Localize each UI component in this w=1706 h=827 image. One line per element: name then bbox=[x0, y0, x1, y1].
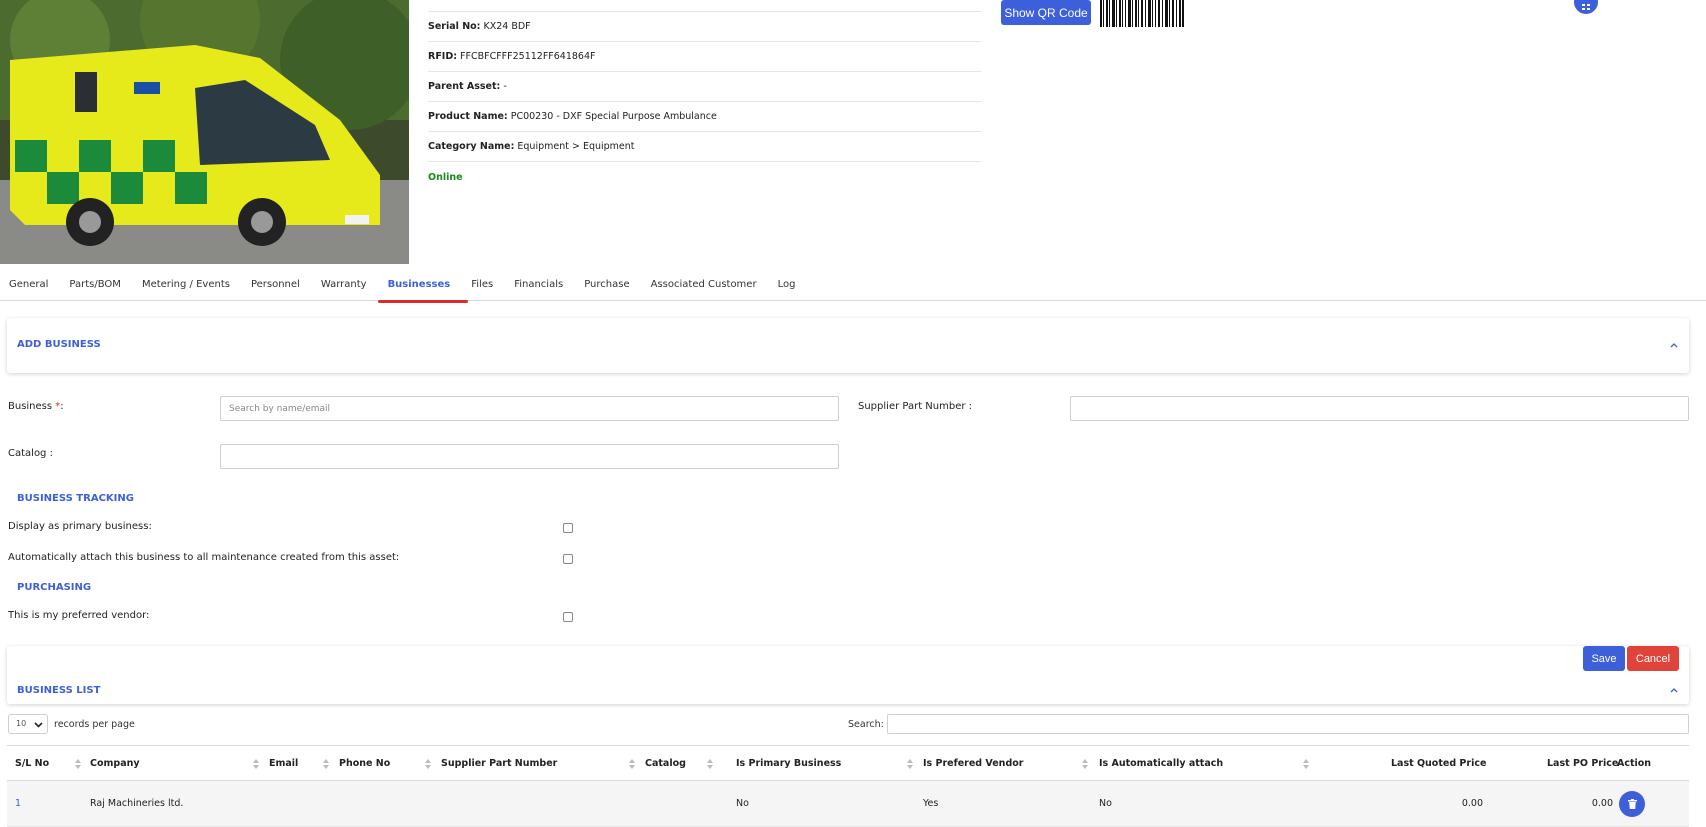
tab-log[interactable]: Log bbox=[778, 276, 796, 301]
col-company[interactable]: Company bbox=[90, 758, 140, 769]
purchasing-title: PURCHASING bbox=[17, 582, 92, 593]
category-value: Equipment > Equipment bbox=[517, 141, 635, 152]
sort-icon[interactable] bbox=[253, 759, 259, 769]
parent-label: Parent Asset: bbox=[428, 81, 501, 92]
status-badge: Online bbox=[428, 171, 463, 183]
col-supplier-part-number[interactable]: Supplier Part Number bbox=[441, 758, 557, 769]
rfid-label: RFID: bbox=[428, 51, 458, 62]
col-last-po-price[interactable]: Last PO Price bbox=[1547, 758, 1618, 769]
product-row: Product Name: PC00230 - DXF Special Purp… bbox=[428, 102, 981, 132]
business-field-label: Business *: bbox=[8, 401, 64, 412]
serial-label: Serial No: bbox=[428, 21, 481, 32]
chevron-down-icon bbox=[34, 722, 43, 728]
grid-menu-button[interactable] bbox=[1574, 0, 1598, 14]
delete-row-button[interactable] bbox=[1619, 791, 1645, 817]
product-value: PC00230 - DXF Special Purpose Ambulance bbox=[510, 111, 717, 122]
business-label-text: Business bbox=[8, 401, 56, 412]
asset-tabs: General Parts/BOM Metering / Events Pers… bbox=[0, 276, 1706, 303]
tab-general[interactable]: General bbox=[9, 276, 48, 301]
parent-row: Parent Asset: - bbox=[428, 72, 981, 102]
business-label-colon: : bbox=[60, 401, 64, 412]
asset-info: Serial No: KX24 BDF RFID: FFCBFCFFF25112… bbox=[428, 0, 981, 192]
chevron-up-icon[interactable] bbox=[1669, 685, 1679, 695]
business-list-panel[interactable]: BUSINESS LIST bbox=[7, 646, 1689, 704]
col-last-quoted-price[interactable]: Last Quoted Price bbox=[1391, 758, 1486, 769]
col-sl-no[interactable]: S/L No bbox=[15, 758, 49, 769]
cell-last-quoted-price: 0.00 bbox=[1461, 798, 1483, 809]
col-catalog[interactable]: Catalog bbox=[645, 758, 686, 769]
category-row: Category Name: Equipment > Equipment bbox=[428, 132, 981, 162]
business-list-search-input[interactable] bbox=[887, 714, 1689, 734]
records-per-page-select[interactable]: 10 bbox=[8, 714, 48, 734]
chevron-up-icon[interactable] bbox=[1669, 340, 1679, 350]
tab-metering-events[interactable]: Metering / Events bbox=[142, 276, 230, 301]
cell-sl-no[interactable]: 1 bbox=[15, 798, 21, 809]
business-tracking-title: BUSINESS TRACKING bbox=[17, 493, 134, 504]
primary-business-label: Display as primary business: bbox=[8, 521, 152, 532]
cancel-button[interactable]: Cancel bbox=[1627, 646, 1679, 671]
barcode-image bbox=[1100, 0, 1184, 27]
add-business-title: ADD BUSINESS bbox=[17, 339, 101, 350]
tab-warranty[interactable]: Warranty bbox=[321, 276, 367, 301]
save-button[interactable]: Save bbox=[1583, 646, 1625, 671]
col-email[interactable]: Email bbox=[269, 758, 298, 769]
cell-is-preferred: Yes bbox=[923, 798, 939, 809]
parent-value: - bbox=[503, 81, 507, 92]
search-label: Search: bbox=[848, 719, 884, 730]
cell-is-auto: No bbox=[1099, 798, 1112, 809]
rfid-row: RFID: FFCBFCFFF25112FF641864F bbox=[428, 42, 981, 72]
product-label: Product Name: bbox=[428, 111, 508, 122]
sort-icon[interactable] bbox=[75, 759, 81, 769]
catalog-label: Catalog : bbox=[8, 448, 53, 459]
rfid-value: FFCBFCFFF25112FF641864F bbox=[460, 51, 596, 62]
col-is-primary-business[interactable]: Is Primary Business bbox=[736, 758, 841, 769]
preferred-vendor-label: This is my preferred vendor: bbox=[8, 610, 150, 621]
cell-is-primary: No bbox=[736, 798, 749, 809]
supplier-part-number-input[interactable] bbox=[1070, 396, 1689, 421]
grid-icon bbox=[1582, 4, 1590, 10]
col-action: Action bbox=[1617, 758, 1652, 769]
trash-icon bbox=[1627, 799, 1637, 809]
sort-icon[interactable] bbox=[629, 759, 635, 769]
business-search-input[interactable] bbox=[220, 396, 839, 421]
asset-photo bbox=[0, 0, 409, 264]
info-top-divider bbox=[428, 0, 981, 12]
tab-parts-bom[interactable]: Parts/BOM bbox=[69, 276, 121, 301]
records-per-page-label: records per page bbox=[54, 719, 135, 730]
auto-attach-label: Automatically attach this business to al… bbox=[8, 552, 400, 563]
table-header: S/L No Company Email Phone No Supplier P… bbox=[7, 745, 1689, 781]
tab-businesses[interactable]: Businesses bbox=[377, 276, 468, 303]
category-label: Category Name: bbox=[428, 141, 515, 152]
tab-financials[interactable]: Financials bbox=[514, 276, 563, 301]
catalog-input[interactable] bbox=[220, 444, 839, 469]
cell-company: Raj Machineries ltd. bbox=[90, 798, 184, 809]
table-row: 1 Raj Machineries ltd. No Yes No 0.00 0.… bbox=[7, 781, 1689, 827]
tab-files[interactable]: Files bbox=[471, 276, 493, 301]
tab-associated-customer[interactable]: Associated Customer bbox=[651, 276, 757, 301]
show-qr-code-button[interactable]: Show QR Code bbox=[1001, 0, 1091, 25]
cell-last-po-price: 0.00 bbox=[1591, 798, 1613, 809]
tab-personnel[interactable]: Personnel bbox=[251, 276, 300, 301]
serial-row: Serial No: KX24 BDF bbox=[428, 12, 981, 42]
tab-purchase[interactable]: Purchase bbox=[584, 276, 629, 301]
add-business-panel[interactable]: ADD BUSINESS bbox=[7, 318, 1689, 373]
sort-icon[interactable] bbox=[907, 759, 913, 769]
sort-icon[interactable] bbox=[1303, 759, 1309, 769]
primary-business-checkbox[interactable] bbox=[563, 523, 573, 533]
business-list-title: BUSINESS LIST bbox=[17, 685, 101, 696]
business-list-table: S/L No Company Email Phone No Supplier P… bbox=[7, 745, 1689, 827]
sort-icon[interactable] bbox=[1082, 759, 1088, 769]
col-phone-no[interactable]: Phone No bbox=[339, 758, 390, 769]
status-row: Online bbox=[428, 162, 981, 192]
sort-icon[interactable] bbox=[323, 759, 329, 769]
preferred-vendor-checkbox[interactable] bbox=[563, 612, 573, 622]
sort-icon[interactable] bbox=[707, 759, 713, 769]
records-per-page-value: 10 bbox=[16, 719, 27, 728]
col-is-prefered-vendor[interactable]: Is Prefered Vendor bbox=[923, 758, 1023, 769]
sort-icon[interactable] bbox=[425, 759, 431, 769]
col-is-automatically-attach[interactable]: Is Automatically attach bbox=[1099, 758, 1223, 769]
auto-attach-checkbox[interactable] bbox=[563, 554, 573, 564]
serial-value: KX24 BDF bbox=[483, 21, 531, 32]
supplier-part-number-label: Supplier Part Number : bbox=[858, 401, 973, 412]
